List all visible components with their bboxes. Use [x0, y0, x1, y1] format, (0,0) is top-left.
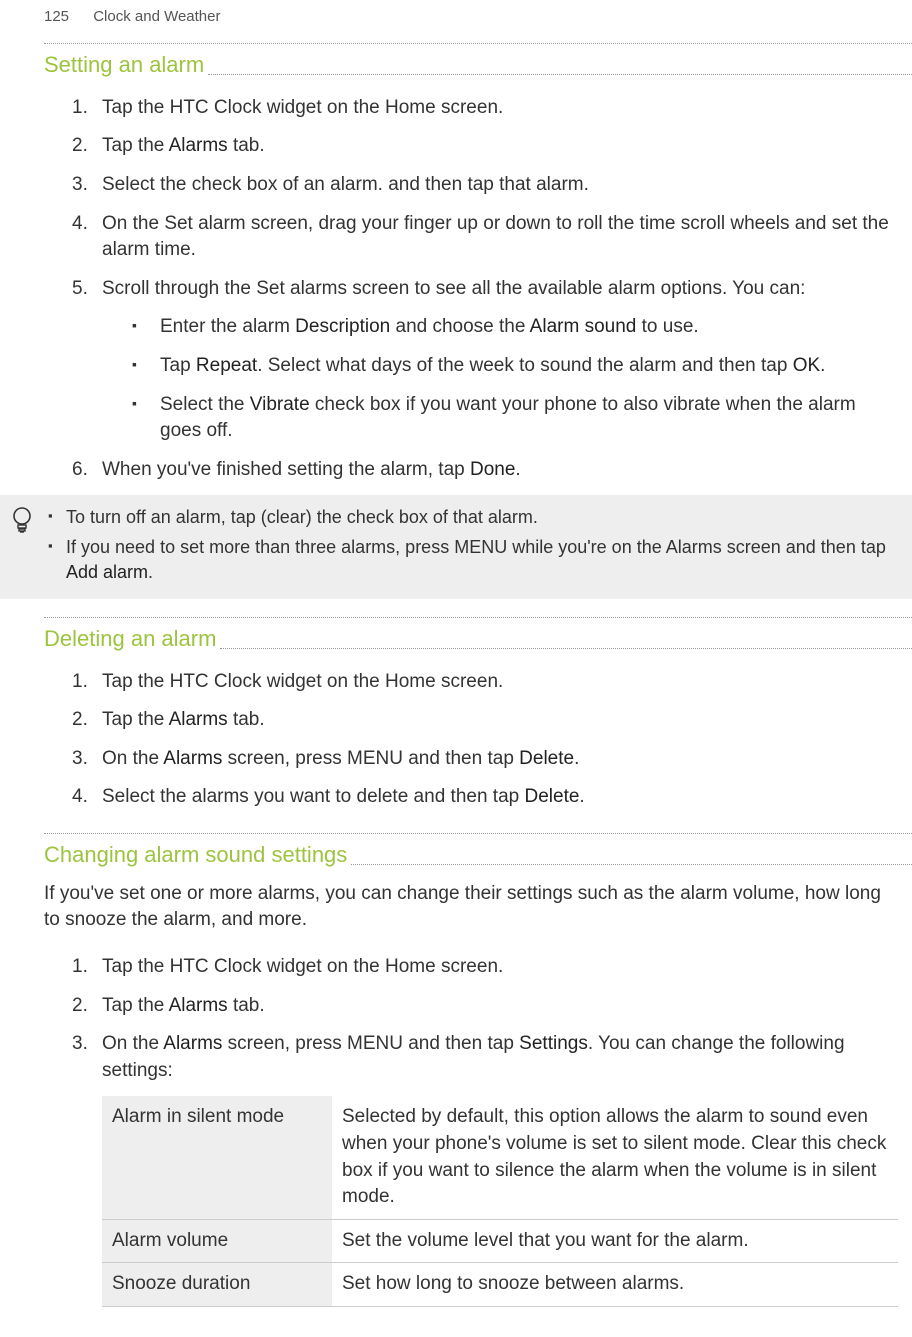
section-deleting-alarm: Deleting an alarm 1.Tap the HTC Clock wi…	[44, 618, 912, 811]
section-title: Changing alarm sound settings	[44, 834, 347, 875]
step: 4.On the Set alarm screen, drag your fin…	[72, 211, 900, 264]
steps-list: 1.Tap the HTC Clock widget on the Home s…	[44, 659, 912, 811]
page-number: 125	[44, 6, 69, 27]
step: 3.On the Alarms screen, press MENU and t…	[72, 746, 900, 773]
chapter-title: Clock and Weather	[93, 8, 220, 25]
table-row: Alarm volume Set the volume level that y…	[102, 1219, 898, 1263]
step: 2.Tap the Alarms tab.	[72, 133, 900, 160]
step-text: tab.	[228, 135, 265, 156]
lightbulb-icon	[10, 505, 34, 544]
step: 1.Tap the HTC Clock widget on the Home s…	[72, 669, 900, 696]
table-row: Alarm in silent mode Selected by default…	[102, 1096, 898, 1219]
step-text: Tap the HTC Clock widget on the Home scr…	[102, 956, 503, 977]
dotted-line	[208, 74, 912, 75]
setting-name: Alarm in silent mode	[102, 1096, 332, 1219]
section-intro: If you've set one or more alarms, you ca…	[44, 875, 912, 944]
step-text: Select the check box of an alarm. and th…	[102, 174, 589, 195]
tip-list: To turn off an alarm, tap (clear) the ch…	[48, 505, 898, 585]
step-bold: Done	[470, 459, 515, 480]
step: 6.When you've finished setting the alarm…	[72, 457, 900, 484]
step: 5.Scroll through the Set alarms screen t…	[72, 276, 900, 445]
step: 1.Tap the HTC Clock widget on the Home s…	[72, 954, 900, 981]
step: 3.On the Alarms screen, press MENU and t…	[72, 1031, 900, 1084]
settings-table: Alarm in silent mode Selected by default…	[102, 1096, 898, 1307]
table-row: Snooze duration Set how long to snooze b…	[102, 1263, 898, 1307]
setting-desc: Set how long to snooze between alarms.	[332, 1263, 898, 1307]
step-text: On the Set alarm screen, drag your finge…	[102, 213, 889, 261]
step: 1.Tap the HTC Clock widget on the Home s…	[72, 95, 900, 122]
section-title: Deleting an alarm	[44, 618, 216, 659]
setting-name: Snooze duration	[102, 1263, 332, 1307]
section-setting-alarm: Setting an alarm 1.Tap the HTC Clock wid…	[44, 44, 912, 483]
step-bold: Alarms	[169, 135, 228, 156]
setting-desc: Set the volume level that you want for t…	[332, 1219, 898, 1263]
setting-desc: Selected by default, this option allows …	[332, 1096, 898, 1219]
step-text: Scroll through the Set alarms screen to …	[102, 278, 805, 299]
steps-list: 1.Tap the HTC Clock widget on the Home s…	[44, 944, 912, 1084]
section-title: Setting an alarm	[44, 44, 204, 85]
step: 4.Select the alarms you want to delete a…	[72, 784, 900, 811]
section-changing-settings: Changing alarm sound settings If you've …	[44, 834, 912, 1307]
step-text: When you've finished setting the alarm, …	[102, 459, 470, 480]
tip-box: To turn off an alarm, tap (clear) the ch…	[0, 495, 912, 599]
dotted-line	[351, 864, 912, 865]
sub-bullets: Enter the alarm Description and choose t…	[102, 302, 900, 444]
setting-name: Alarm volume	[102, 1219, 332, 1263]
tip-item: If you need to set more than three alarm…	[48, 535, 898, 585]
step-text: .	[515, 459, 520, 480]
bullet: Tap Repeat. Select what days of the week…	[132, 353, 900, 380]
bullet: Select the Vibrate check box if you want…	[132, 392, 900, 445]
step: 2.Tap the Alarms tab.	[72, 993, 900, 1020]
steps-list: 1.Tap the HTC Clock widget on the Home s…	[44, 85, 912, 484]
step-text: Tap the	[102, 135, 169, 156]
step: 2.Tap the Alarms tab.	[72, 707, 900, 734]
step-text: Tap the HTC Clock widget on the Home scr…	[102, 671, 503, 692]
page-header: 125 Clock and Weather	[0, 0, 912, 43]
step: 3.Select the check box of an alarm. and …	[72, 172, 900, 199]
bullet: Enter the alarm Description and choose t…	[132, 314, 900, 341]
step-text: Tap the HTC Clock widget on the Home scr…	[102, 97, 503, 118]
tip-item: To turn off an alarm, tap (clear) the ch…	[48, 505, 898, 530]
dotted-line	[220, 648, 912, 649]
